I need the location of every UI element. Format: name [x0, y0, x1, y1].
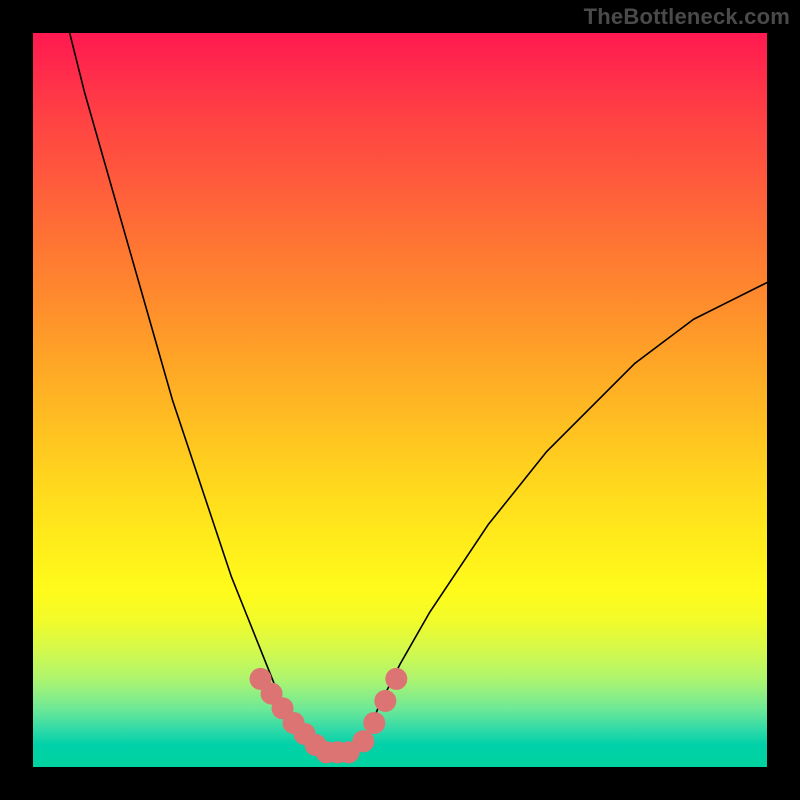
plot-area [33, 33, 767, 767]
right-curve [363, 283, 767, 745]
valley-markers-right-point [338, 741, 360, 763]
valley-markers-left-point [283, 712, 305, 734]
valley-markers-right-point [352, 730, 374, 752]
valley-markers-right-point [385, 668, 407, 690]
valley-markers-left-point [261, 683, 283, 705]
chart-svg [33, 33, 767, 767]
valley-markers-left-point [294, 723, 316, 745]
valley-markers-left-point [316, 741, 338, 763]
left-curve [70, 33, 309, 745]
series-layer [70, 33, 767, 763]
valley-markers-left-point [305, 734, 327, 756]
valley-markers-right-point [374, 690, 396, 712]
valley-markers-left-point [327, 741, 349, 763]
valley-markers-left-point [272, 697, 294, 719]
valley-markers-left-point [250, 668, 272, 690]
watermark-text: TheBottleneck.com [584, 4, 790, 30]
chart-frame: TheBottleneck.com [0, 0, 800, 800]
valley-markers-right-point [363, 712, 385, 734]
